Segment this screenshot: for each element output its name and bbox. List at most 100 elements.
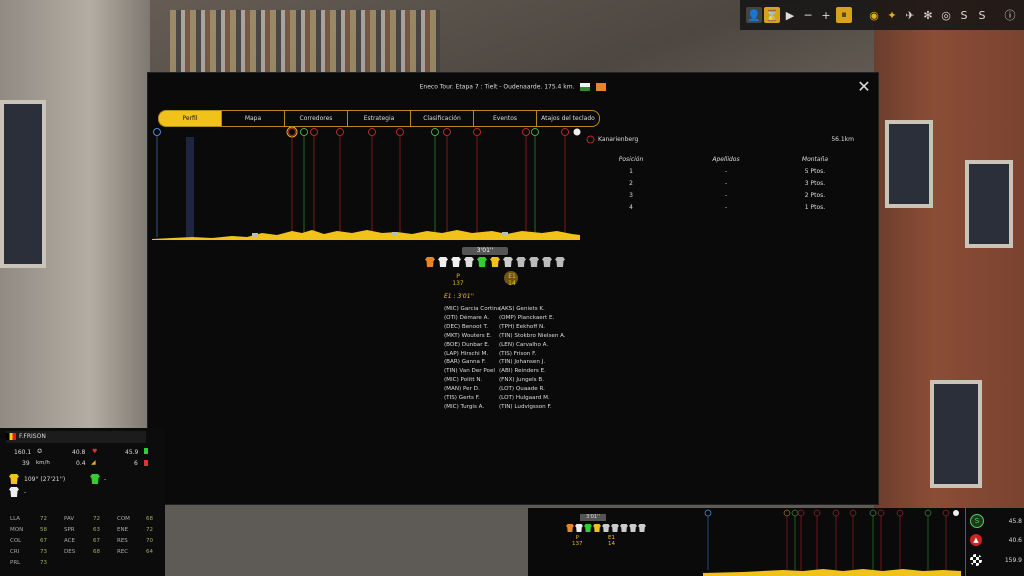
kom-marker[interactable] [561,128,569,238]
rider-entry[interactable]: (LEN) Carvalho A. [499,341,566,350]
play-icon[interactable]: ▶ [782,7,798,23]
tab-atajos[interactable]: Atajos del teclado [536,110,600,127]
attr-ace: ACE 67 [64,538,100,544]
lap-icon[interactable]: S [974,7,990,23]
mini-stage-profile[interactable] [703,508,965,576]
hourglass-icon[interactable]: ⌛ [764,7,780,23]
eye-icon[interactable]: ◉ [866,7,882,23]
climb-name: Kanarienberg [598,136,639,143]
top-toolbar: 👤 ⌛ ▶ ─ + ⏸ ◉ ✦ ✈ ✻ ◎ S S ⓘ [740,0,1024,30]
rider-entry[interactable]: (LAP) Hirschi M. [444,350,501,359]
rider-entry[interactable]: (BOE) Dunbar E. [444,341,501,350]
next-sprint[interactable]: S 45.8 [970,514,1022,528]
kom-marker[interactable] [310,128,318,238]
jersey-icon [503,257,513,267]
kom-marker[interactable] [336,128,344,238]
tab-estrategia[interactable]: Estrategia [347,110,410,127]
next-kom[interactable]: ▲ 40.6 [970,534,1022,546]
kom-marker[interactable] [443,128,451,238]
sprint-marker[interactable] [531,128,539,238]
rider-entry[interactable]: (MAN) Per D. [444,385,501,394]
rider-entry[interactable]: (LOT) Quaade R. [499,385,566,394]
building-window [885,120,933,208]
sprint-icon[interactable]: S [956,7,972,23]
tab-clasificacion[interactable]: Clasificación [410,110,473,127]
mini-group-view[interactable]: 3'01'' P 137 E1 14 [528,508,708,576]
attr-ene: ENE 72 [117,527,153,533]
rider-entry[interactable]: (AKS) Geniets K. [499,305,566,314]
rider-entry[interactable]: (ABI) Reinders E. [499,367,566,376]
rider-entry[interactable]: (DEC) Benoot T. [444,323,501,332]
rider-entry[interactable]: (TIN) Johansen J. [499,358,566,367]
kom-marker[interactable] [473,128,481,238]
finish-distance[interactable]: 159.9 [970,554,1022,566]
rider-entry[interactable]: (OMP) Planckaert E. [499,314,566,323]
tab-perfil[interactable]: Perfil [158,110,221,127]
target-icon[interactable]: ◎ [938,7,954,23]
rider-speed: 39 [22,460,30,467]
sprint-marker[interactable] [300,128,308,238]
breakaway-count: 14 [508,280,516,287]
speed-unit: km/h [36,460,50,466]
header-apellidos: Apellidos [712,155,740,163]
rider-entry[interactable]: (MKT) Wouters E. [444,332,501,341]
kom-marker[interactable] [396,128,404,238]
yellow-jersey-icon [9,474,19,484]
stage-profile[interactable] [152,127,582,242]
attr-col: COL 67 [10,538,47,544]
camera-icon[interactable]: ✈ [902,7,918,23]
rider-entry[interactable]: (FNX) Jungels B. [499,376,566,385]
peloton-letter: P [456,273,460,280]
speed-slider-icon[interactable]: ─ [800,7,816,23]
info-icon[interactable]: ⓘ [1002,7,1018,23]
mini-peloton: P 137 [572,535,583,547]
rider-entry[interactable]: (BAR) Ganna F. [444,358,501,367]
rider-card[interactable]: F.FRISON 160.1 ✪ 40.8 ♥ 45.9 39 km/h 0.4… [0,428,165,576]
tab-eventos[interactable]: Eventos [473,110,536,127]
cell-points: 2 Ptos. [804,191,826,199]
divider [854,7,864,23]
rider-entry[interactable]: (OTI) Démare A. [444,314,501,323]
rider-entry[interactable]: (TPH) Eekhoff N. [499,323,566,332]
jersey-icon [575,524,583,532]
climb-distance: 56.1km [831,136,854,143]
group-jerseys[interactable] [425,257,565,267]
jersey-icon[interactable]: ✦ [884,7,900,23]
tab-mapa[interactable]: Mapa [221,110,284,127]
rider-entry[interactable]: (TIS) Gerts F. [444,394,501,403]
heart-icon: ♥ [92,448,98,455]
close-icon[interactable]: ✕ [856,79,872,95]
map-icon[interactable] [596,83,607,91]
jersey-icon [555,257,565,267]
rider-power: 40.8 [72,449,86,456]
rider-entry[interactable]: (TIN) Van Der Poel [444,367,501,376]
rider-entry[interactable]: (LOT) Hulgaard M. [499,394,566,403]
rider-entry[interactable]: (TIS) Frison F. [499,350,566,359]
rider-entry[interactable]: (TIN) Stokbro Nielsen A. [499,332,566,341]
rider-entry[interactable]: (MIC) Turgis A. [444,403,501,412]
jersey-icon [464,257,474,267]
pause-icon[interactable]: ⏸ [836,7,852,23]
profile-icon[interactable] [580,83,591,91]
rider-entry[interactable]: (MIC) Garcia Cortina [444,305,501,314]
kom-marker[interactable] [522,128,530,238]
mini-gap-badge: 3'01'' [580,514,606,521]
cog-icon[interactable]: ✻ [920,7,936,23]
attr-res: RES 70 [117,538,153,544]
tab-corredores[interactable]: Corredores [284,110,347,127]
rider-entry[interactable]: (MIC) Politt N. [444,376,501,385]
jersey-icon [438,257,448,267]
table-row: 3 - 2 Ptos. [586,189,854,201]
attr-prl: PRL 73 [10,560,47,566]
jersey-icon [611,524,619,532]
jersey-icon [490,257,500,267]
peloton-label[interactable]: P 137 [448,273,468,287]
kom-icon [586,135,595,144]
rider-entry[interactable]: (TIN) Ludvigsson F. [499,403,566,412]
sprint-marker[interactable] [431,128,439,238]
kom-marker[interactable] [368,128,376,238]
plus-icon[interactable]: + [818,7,834,23]
rider-icon[interactable]: 👤 [746,7,762,23]
kom-marker[interactable] [286,127,298,237]
breakaway-label: E1 14 [503,273,521,287]
